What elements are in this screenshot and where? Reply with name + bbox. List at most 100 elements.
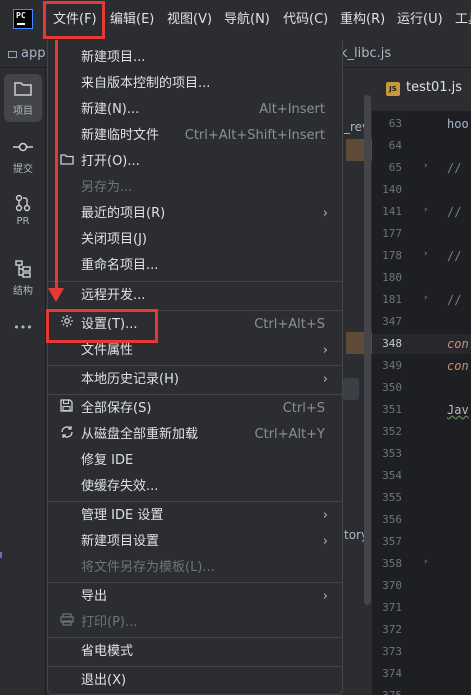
fold-chevron-icon[interactable]: ›	[424, 557, 428, 567]
chevron-right-icon: ›	[322, 206, 328, 221]
line-number: 354	[382, 469, 402, 482]
more-icon: •••	[13, 321, 33, 334]
shortcut-label: Alt+Insert	[259, 102, 325, 117]
menu-refactor[interactable]: 重构(R)	[340, 0, 385, 40]
menu-item-new-scratch[interactable]: 新建临时文件 Ctrl+Alt+Shift+Insert	[48, 123, 342, 149]
pull-request-icon	[4, 194, 42, 214]
menu-item-rename-project[interactable]: 重命名项目...	[48, 253, 342, 279]
menu-item-save-all[interactable]: 全部保存(S) Ctrl+S	[48, 396, 342, 422]
code-comment: //	[447, 293, 462, 307]
annotation-arrow-head	[48, 288, 64, 302]
menu-item-local-history[interactable]: 本地历史记录(H) ›	[48, 367, 342, 393]
menu-item-from-vcs[interactable]: 来自版本控制的项目...	[48, 71, 342, 97]
fold-chevron-icon[interactable]: ›	[424, 161, 428, 171]
save-icon	[60, 396, 73, 422]
shortcut-label: Ctrl+Alt+Y	[254, 427, 325, 442]
menu-item-remote-dev[interactable]: 远程开发...	[48, 283, 342, 309]
javascript-file-icon: JS	[386, 82, 400, 96]
printer-icon	[60, 610, 74, 636]
code-comment: //	[447, 161, 462, 175]
tool-structure-label: 结构	[13, 286, 33, 297]
line-number: 181	[382, 293, 402, 306]
folder-icon	[8, 51, 17, 58]
menu-item-export[interactable]: 导出 ›	[48, 584, 342, 610]
highlight-box-file-menu	[43, 1, 105, 39]
commit-icon	[4, 138, 42, 158]
menu-separator	[48, 365, 342, 366]
code-keyword: con	[447, 337, 469, 351]
menu-item-print[interactable]: 打印(P)...	[48, 610, 342, 636]
menu-item-close-project[interactable]: 关闭项目(J)	[48, 227, 342, 253]
menu-item-exit[interactable]: 退出(X)	[48, 668, 342, 694]
line-number: 141	[382, 205, 402, 218]
line-number: 64	[388, 139, 402, 152]
chevron-right-icon: ›	[322, 589, 328, 604]
editor-tab-test01[interactable]: test01.js	[406, 80, 462, 95]
tool-project-label: 项目	[13, 106, 33, 117]
menu-separator	[48, 666, 342, 667]
tool-structure[interactable]: 结构	[4, 254, 42, 298]
line-number: 180	[382, 271, 402, 284]
line-number: 65	[388, 161, 402, 174]
menu-item-save-as[interactable]: 另存为...	[48, 175, 342, 201]
fold-chevron-icon[interactable]: ›	[424, 249, 428, 259]
menu-item-open[interactable]: 打开(O)...	[48, 149, 342, 175]
line-number: 349	[382, 359, 402, 372]
menu-edit[interactable]: 编辑(E)	[110, 0, 154, 40]
line-number: 375	[372, 689, 402, 695]
line-number: 355	[382, 491, 402, 504]
code-token: hoo	[447, 117, 469, 131]
annotation-arrow-line	[55, 40, 58, 292]
menu-view[interactable]: 视图(V)	[167, 0, 212, 40]
menu-item-new[interactable]: 新建(N)... Alt+Insert	[48, 97, 342, 123]
line-number: 347	[382, 315, 402, 328]
tool-project[interactable]: 项目	[4, 74, 42, 122]
line-number: 353	[382, 447, 402, 460]
tool-commit[interactable]: 提交	[4, 132, 42, 176]
code-comment: //	[447, 249, 462, 263]
menu-run[interactable]: 运行(U)	[397, 0, 443, 40]
fold-chevron-icon[interactable]: ›	[424, 293, 428, 303]
line-number: 370	[382, 579, 402, 592]
shortcut-label: Ctrl+S	[282, 401, 325, 416]
menu-separator	[48, 501, 342, 502]
file-menu-dropdown: 新建项目... 来自版本控制的项目... 新建(N)... Alt+Insert …	[47, 40, 343, 695]
line-number: 371	[382, 601, 402, 614]
edge-marker	[0, 552, 2, 558]
line-number: 348	[382, 337, 402, 350]
project-selected-row	[343, 378, 359, 400]
chevron-right-icon: ›	[322, 508, 328, 523]
menu-item-invalidate-caches[interactable]: 使缓存失效...	[48, 474, 342, 500]
menu-item-reload-all[interactable]: 从磁盘全部重新加载 Ctrl+Alt+Y	[48, 422, 342, 448]
menu-item-repair-ide[interactable]: 修复 IDE	[48, 448, 342, 474]
menu-item-power-save[interactable]: 省电模式	[48, 639, 342, 665]
line-number: 177	[382, 227, 402, 240]
menu-item-save-as-template[interactable]: 将文件另存为模板(L)...	[48, 555, 342, 581]
structure-icon	[4, 260, 42, 280]
project-folder-icon	[4, 80, 42, 100]
menu-code[interactable]: 代码(C)	[283, 0, 328, 40]
fold-chevron-icon[interactable]: ›	[424, 205, 428, 215]
line-number: 351	[382, 403, 402, 416]
line-number: 358	[382, 557, 402, 570]
project-scrollbar[interactable]	[364, 95, 371, 605]
chevron-right-icon: ›	[322, 372, 328, 387]
menu-item-new-project-settings[interactable]: 新建项目设置 ›	[48, 529, 342, 555]
line-number: 352	[382, 425, 402, 438]
tab-libc[interactable]: k_libc.js	[340, 40, 391, 68]
menu-item-manage-ide-settings[interactable]: 管理 IDE 设置 ›	[48, 503, 342, 529]
shortcut-label: Ctrl+Alt+S	[254, 317, 325, 332]
code-token: Jav	[447, 403, 469, 417]
chevron-right-icon: ›	[322, 343, 328, 358]
line-number: 350	[382, 381, 402, 394]
menu-tools[interactable]: 工具	[455, 0, 471, 40]
tool-pull-requests[interactable]: PR	[4, 188, 42, 232]
menu-item-recent-projects[interactable]: 最近的项目(R) ›	[48, 201, 342, 227]
menu-separator	[48, 637, 342, 638]
menu-navigate[interactable]: 导航(N)	[224, 0, 270, 40]
menu-item-new-project[interactable]: 新建项目...	[48, 45, 342, 71]
tab-app[interactable]: app	[8, 40, 45, 68]
line-number: 140	[382, 183, 402, 196]
code-keyword: con	[447, 359, 469, 373]
more-tools-button[interactable]: •••	[4, 316, 42, 340]
